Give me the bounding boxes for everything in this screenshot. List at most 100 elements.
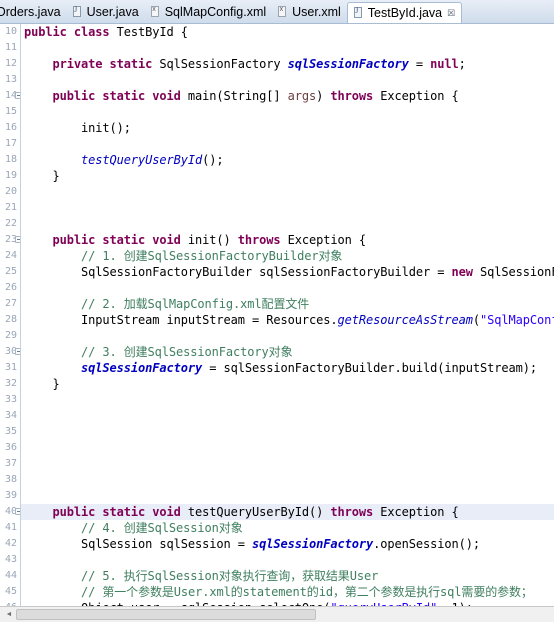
line-number: 25 xyxy=(4,266,17,277)
editor-tab-label: TestById.java xyxy=(367,6,443,20)
code-token-kw: throws xyxy=(330,89,381,103)
code-token-pln xyxy=(24,505,53,519)
code-token-pln xyxy=(24,89,53,103)
line-number: 32 xyxy=(4,378,17,389)
code-fold-toggle-icon[interactable] xyxy=(15,508,20,515)
editor-tab-user-java[interactable]: User.java xyxy=(67,1,145,23)
code-token-kw: public static void xyxy=(52,505,188,519)
code-token-cmt: // 第一个参数是User.xml的statement的id，第二个参数是执行s… xyxy=(24,585,533,599)
code-line[interactable]: SqlSessionFactoryBuilder sqlSessionFacto… xyxy=(21,264,554,280)
code-line[interactable]: init(); xyxy=(21,120,554,136)
code-token-pln: ) xyxy=(316,89,331,103)
line-number: 20 xyxy=(4,186,17,197)
code-token-cmt: // 5. 执行SqlSession对象执行查询，获取结果User xyxy=(24,569,379,583)
line-number: 30 xyxy=(0,344,20,360)
code-text-canvas[interactable]: public class TestById { private static S… xyxy=(21,24,554,606)
line-number: 34 xyxy=(4,410,17,421)
code-token-pln: testQueryUserById() xyxy=(187,505,331,519)
code-line[interactable] xyxy=(21,104,554,120)
horizontal-scrollbar-thumb[interactable] xyxy=(16,609,316,620)
code-line[interactable] xyxy=(21,392,554,408)
code-editor-area[interactable]: 10 11 12 13 14 15 16 17 18 19 20 21 22 23 24 25 26 27 28 29… xyxy=(0,24,554,606)
code-line[interactable]: // 1. 创建SqlSessionFactoryBuilder对象 xyxy=(21,248,554,264)
code-line[interactable]: public static void testQueryUserById() t… xyxy=(21,504,554,520)
code-line[interactable] xyxy=(21,136,554,152)
code-fold-toggle-icon[interactable] xyxy=(15,348,20,355)
line-number: 35 xyxy=(4,426,17,437)
line-number: 15 xyxy=(4,106,17,117)
code-line[interactable]: public class TestById { xyxy=(21,24,554,40)
code-token-fld: testQueryUserById xyxy=(81,153,203,167)
code-line[interactable] xyxy=(21,456,554,472)
editor-tab-label: User.xml xyxy=(292,5,341,19)
code-line[interactable]: // 第一个参数是User.xml的statement的id，第二个参数是执行s… xyxy=(21,584,554,600)
code-token-kw: null xyxy=(430,57,459,71)
line-number: 19 xyxy=(4,170,17,181)
editor-tab-orders-java[interactable]: Orders.java xyxy=(0,1,67,23)
code-line[interactable]: // 4. 创建SqlSession对象 xyxy=(21,520,554,536)
code-line[interactable]: sqlSessionFactory = sqlSessionFactoryBui… xyxy=(21,360,554,376)
line-number: 27 xyxy=(4,298,17,309)
code-line[interactable] xyxy=(21,216,554,232)
line-number: 24 xyxy=(4,250,17,261)
code-token-pln: init() xyxy=(187,233,238,247)
code-token-pln: Exception { xyxy=(287,233,366,247)
code-line[interactable] xyxy=(21,440,554,456)
code-line[interactable] xyxy=(21,184,554,200)
code-line[interactable]: // 2. 加载SqlMapConfig.xml配置文件 xyxy=(21,296,554,312)
code-line[interactable]: // 3. 创建SqlSessionFactory对象 xyxy=(21,344,554,360)
code-line[interactable]: public static void main(String[] args) t… xyxy=(21,88,554,104)
line-number: 28 xyxy=(4,314,17,325)
code-line[interactable]: private static SqlSessionFactory sqlSess… xyxy=(21,56,554,72)
line-number: 16 xyxy=(4,122,17,133)
code-fold-toggle-icon[interactable] xyxy=(15,236,20,243)
code-token-cmt: // 4. 创建SqlSession对象 xyxy=(24,521,243,535)
horizontal-scrollbar[interactable]: ◄ xyxy=(0,606,554,622)
code-token-pln: ; xyxy=(458,57,466,71)
code-token-par: args xyxy=(287,89,317,103)
editor-tab-sqlmapconfig-xml[interactable]: SqlMapConfig.xml xyxy=(145,1,272,23)
code-token-cmt: // 3. 创建SqlSessionFactory对象 xyxy=(24,345,293,359)
code-line[interactable] xyxy=(21,552,554,568)
code-line[interactable] xyxy=(21,408,554,424)
line-number: 33 xyxy=(4,394,17,405)
line-number: 41 xyxy=(4,522,17,533)
code-line[interactable] xyxy=(21,472,554,488)
line-number: 45 xyxy=(4,586,17,597)
editor-tab-user-xml[interactable]: User.xml xyxy=(272,1,347,23)
code-line[interactable] xyxy=(21,40,554,56)
code-token-cmt: // 1. 创建SqlSessionFactoryBuilder对象 xyxy=(24,249,343,263)
code-token-pln: Exception { xyxy=(380,89,459,103)
code-fold-toggle-icon[interactable] xyxy=(15,92,20,99)
code-line[interactable] xyxy=(21,488,554,504)
code-line[interactable]: // 5. 执行SqlSession对象执行查询，获取结果User xyxy=(21,568,554,584)
code-token-pln: SqlSessionFactory xyxy=(159,57,288,71)
code-line[interactable]: SqlSession sqlSession = sqlSessionFactor… xyxy=(21,536,554,552)
line-number: 42 xyxy=(4,538,17,549)
code-token-pln: } xyxy=(24,169,60,183)
code-token-pln: .openSession(); xyxy=(373,537,480,551)
editor-tab-testbyid-java[interactable]: TestById.java ☒ xyxy=(346,2,463,23)
editor-tab-label: User.java xyxy=(86,5,139,19)
scroll-left-arrow-icon[interactable]: ◄ xyxy=(2,608,16,621)
code-line[interactable]: } xyxy=(21,376,554,392)
code-line[interactable] xyxy=(21,280,554,296)
code-line[interactable]: public static void init() throws Excepti… xyxy=(21,232,554,248)
editor-tab-label: Orders.java xyxy=(0,5,61,19)
code-line[interactable]: InputStream inputStream = Resources.getR… xyxy=(21,312,554,328)
code-line[interactable] xyxy=(21,424,554,440)
code-line[interactable]: testQueryUserById(); xyxy=(21,152,554,168)
line-number-gutter[interactable]: 10 11 12 13 14 15 16 17 18 19 20 21 22 23 24 25 26 27 28 29… xyxy=(0,24,21,606)
code-token-pln: (); xyxy=(202,153,224,167)
code-line[interactable]: } xyxy=(21,168,554,184)
line-number: 38 xyxy=(4,474,17,485)
line-number: 29 xyxy=(4,330,17,341)
code-token-cmt: // 2. 加载SqlMapConfig.xml配置文件 xyxy=(24,297,310,311)
code-line[interactable] xyxy=(21,200,554,216)
code-token-str: "SqlMapConfig xyxy=(479,313,554,327)
code-line[interactable] xyxy=(21,328,554,344)
code-token-kw: public static void xyxy=(52,89,188,103)
tab-close-icon[interactable]: ☒ xyxy=(447,2,455,23)
code-token-pln: } xyxy=(24,377,60,391)
code-line[interactable] xyxy=(21,72,554,88)
